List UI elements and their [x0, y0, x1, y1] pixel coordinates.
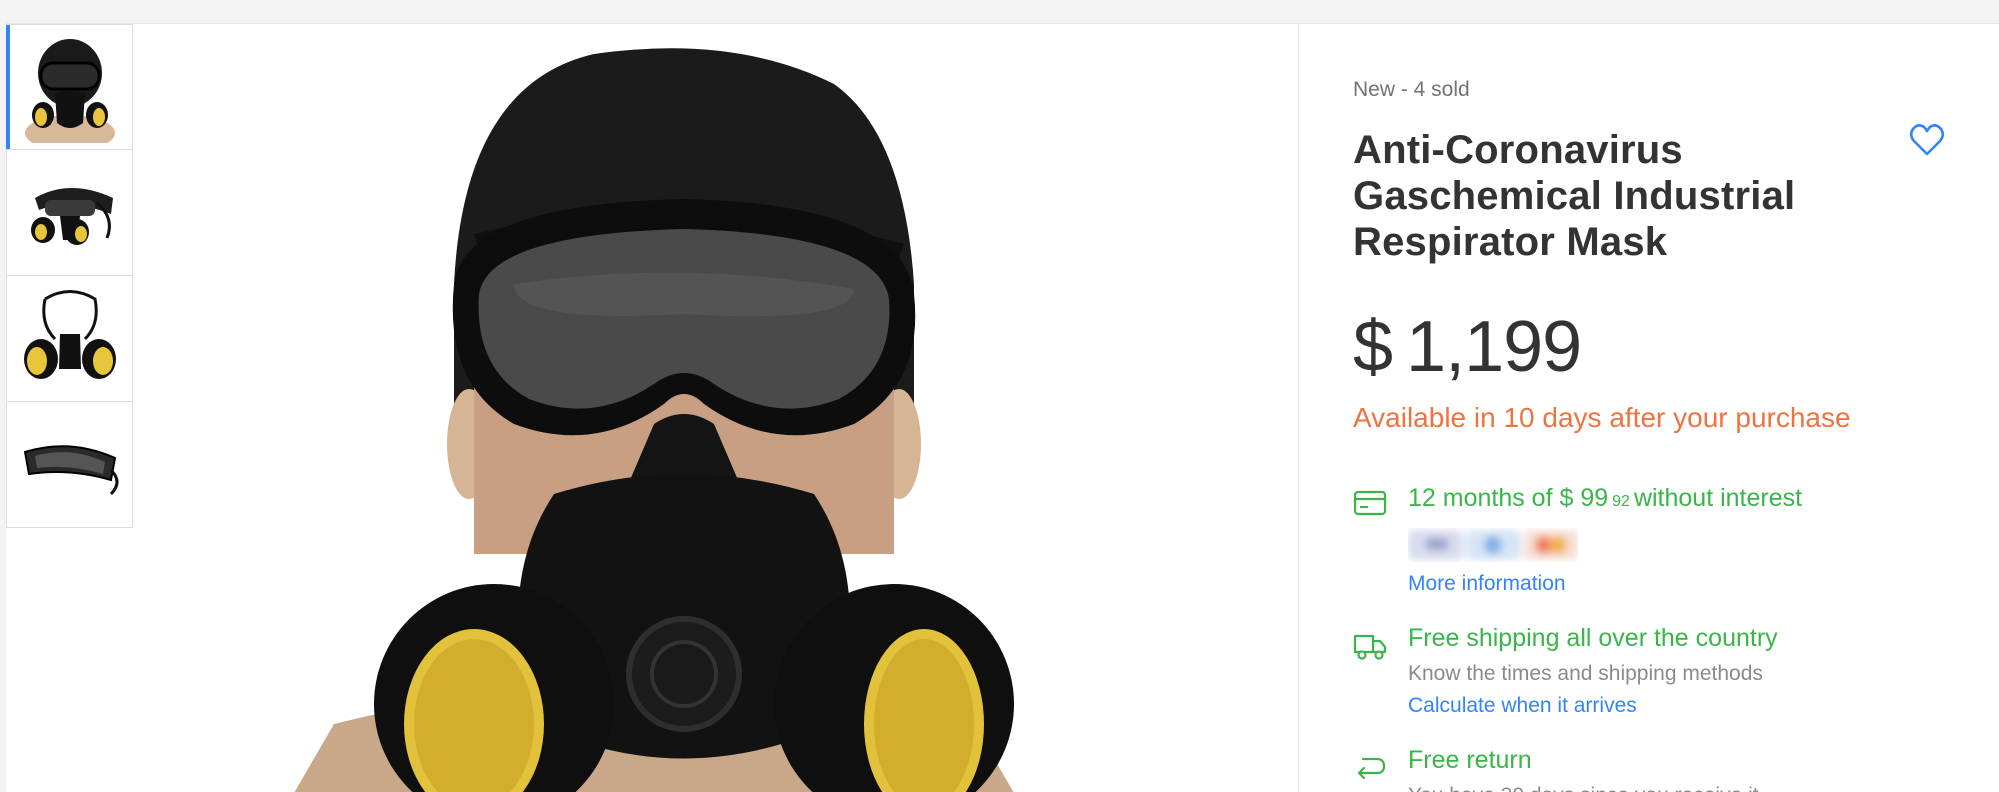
heart-icon[interactable] [1907, 120, 1947, 160]
thumbnail-gallery [6, 24, 134, 528]
installments-prefix: 12 months of $ 99 [1408, 484, 1609, 512]
product-price: $1,199 [1353, 306, 1582, 388]
thumbnail-mask-hanging[interactable] [6, 276, 133, 402]
gas-mask-hanging-thumb [15, 284, 125, 394]
product-title: Anti-Coronavirus Gaschemical Industrial … [1353, 128, 1796, 264]
more-information-link[interactable]: More information [1408, 572, 1566, 596]
thumbnail-mask-front[interactable] [6, 24, 133, 150]
goggles-thumb [15, 410, 125, 520]
price-amount: 1,199 [1406, 307, 1582, 387]
shipping-subtitle: Know the times and shipping methods [1408, 662, 1763, 685]
installments-offer: 12 months of $ 99 92 without interest [1408, 484, 1802, 513]
main-product-image[interactable] [134, 24, 1304, 792]
thumbnail-goggles[interactable] [6, 402, 133, 528]
gas-mask-photo [134, 24, 1304, 792]
panel-divider [1298, 24, 1299, 792]
thumbnail-mask-side[interactable] [6, 150, 133, 276]
return-arrow-icon [1357, 757, 1386, 780]
return-subtitle: You have 30 days since you receive it [1408, 784, 1759, 792]
gas-mask-side-thumb [15, 158, 125, 268]
product-info-panel: New - 4 sold Anti-Coronavirus Gaschemica… [1353, 24, 1953, 792]
credit-card-icon [1353, 490, 1387, 516]
availability-notice: Available in 10 days after your purchase [1353, 402, 1851, 433]
price-currency: $ [1353, 307, 1393, 387]
installments-cents: 92 [1612, 493, 1630, 510]
free-return-title: Free return [1408, 746, 1532, 774]
calculate-arrival-link[interactable]: Calculate when it arrives [1408, 694, 1637, 718]
payment-cards-logos [1408, 530, 1578, 560]
truck-icon [1353, 634, 1387, 660]
installments-suffix: without interest [1633, 484, 1803, 512]
product-card: New - 4 sold Anti-Coronavirus Gaschemica… [6, 23, 1999, 792]
free-shipping-title: Free shipping all over the country [1408, 624, 1778, 652]
condition-sold-count: New - 4 sold [1353, 78, 1470, 101]
gas-mask-front-thumb [15, 33, 125, 143]
